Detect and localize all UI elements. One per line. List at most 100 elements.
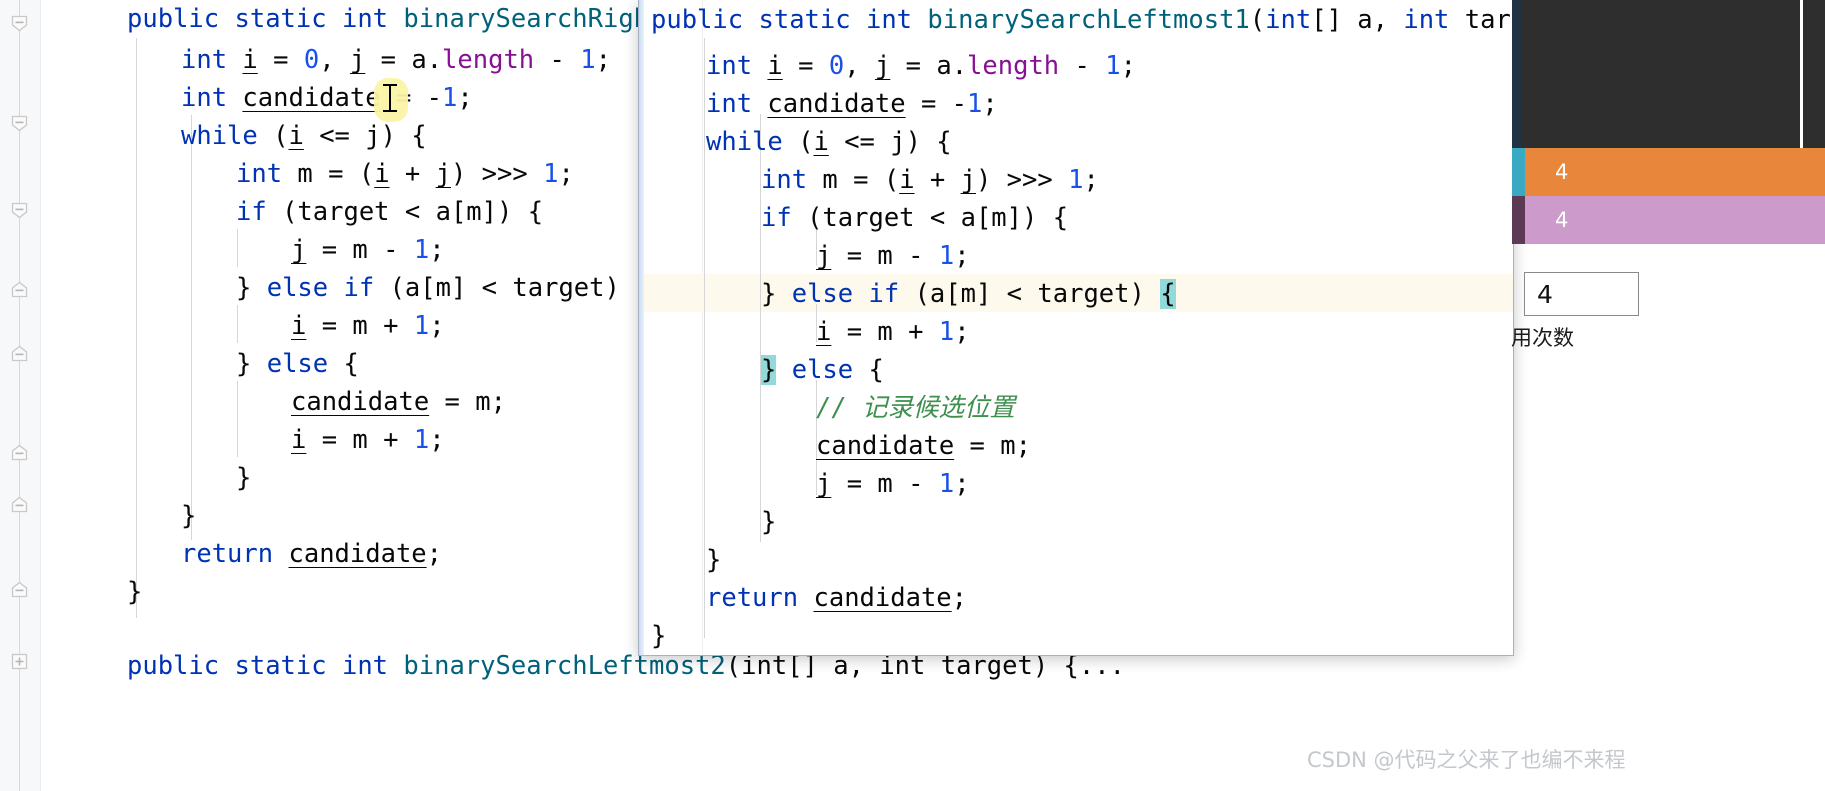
fold-collapse-icon[interactable] (10, 114, 29, 133)
popup-code-token: } (651, 621, 667, 651)
indent-guide (191, 115, 192, 540)
popup-code-token: public (651, 5, 744, 35)
code-token: ; (429, 311, 445, 341)
code-token: j (349, 45, 366, 75)
popup-code-token (912, 5, 927, 35)
popup-code-token: (target < a[m]) { (791, 203, 1069, 233)
popup-code-line-0: public static int binarySearchLeftmost1(… (651, 1, 1513, 39)
indent-guide (136, 38, 137, 618)
popup-code-token: // 记录候选位置 (816, 393, 1016, 423)
popup-code-token (752, 89, 767, 119)
popup-code-token: { (853, 355, 884, 385)
popup-code-token: = - (905, 89, 968, 119)
bar-tick-marker (1512, 196, 1525, 244)
popup-code-line-11: candidate = m; (816, 427, 1031, 465)
popup-code-token: i (899, 165, 915, 195)
code-token: , (319, 45, 350, 75)
popup-code-token: while (706, 127, 783, 157)
code-line-5: if (target < a[m]) { (236, 193, 543, 231)
usage-count-box[interactable]: 4 (1524, 272, 1639, 316)
popup-code-line-13: } (761, 503, 776, 541)
popup-code-token: i (767, 51, 783, 81)
popup-code-token: if (761, 203, 792, 233)
bar-value-label: 4 (1525, 148, 1825, 196)
code-token: - (534, 45, 581, 75)
code-token: = m; (429, 387, 506, 417)
popup-code-token: } (761, 507, 777, 537)
code-token: i (291, 311, 307, 341)
popup-code-token (743, 5, 758, 35)
fold-expand-icon[interactable] (10, 344, 29, 363)
fold-collapse-icon[interactable] (10, 14, 29, 33)
fold-expand-icon[interactable] (10, 280, 29, 299)
popup-code-token: candidate (767, 89, 906, 119)
popup-code-token: 1 (938, 469, 955, 499)
code-token: 1 (413, 311, 430, 341)
screen-root: public static int binarySearchRightmost1… (0, 0, 1825, 791)
popup-code-token: = m + (831, 317, 939, 347)
text-caret (389, 84, 391, 112)
fold-expand-icon[interactable] (10, 443, 29, 462)
popup-code-line-1: int i = 0, j = a.length - 1; (706, 47, 1136, 85)
popup-code-token (798, 583, 813, 613)
indent-guide (237, 229, 238, 267)
popup-code-token: 1 (938, 241, 955, 271)
fold-expand-icon[interactable] (10, 580, 29, 599)
popup-code-token: 1 (1068, 165, 1084, 195)
popup-code-token: j (816, 241, 832, 271)
popup-code-line-7: } else if (a[m] < target) { (761, 275, 1176, 313)
code-line-12: } (236, 459, 251, 497)
code-line-4: int m = (i + j) >>> 1; (236, 155, 574, 193)
code-token: int (181, 45, 228, 75)
code-line-3: while (i <= j) { (181, 117, 427, 155)
code-token: = (257, 45, 304, 75)
code-token: 1 (413, 235, 430, 265)
code-line-9: } else { (236, 345, 359, 383)
code-token: <= j) { (303, 121, 427, 151)
popup-code-token: 0 (828, 51, 845, 81)
code-token: j (291, 235, 307, 265)
popup-code-token: = a. (890, 51, 968, 81)
code-token: i (374, 159, 390, 189)
popup-code-body[interactable]: public static int binarySearchLeftmost1(… (644, 0, 1513, 655)
quick-definition-popup[interactable]: public static int binarySearchLeftmost1(… (638, 0, 1514, 656)
code-token: int (341, 651, 389, 681)
popup-indent-guide (704, 38, 705, 638)
code-token: 1 (413, 425, 430, 455)
popup-code-token: ; (954, 241, 970, 271)
popup-code-token: int (865, 5, 913, 35)
popup-code-token: length (967, 51, 1060, 81)
right-panel-bar[interactable]: 4 (1512, 148, 1825, 196)
fold-expand-plus-icon[interactable] (10, 652, 29, 671)
fold-collapse-icon[interactable] (10, 201, 29, 220)
code-token: if (236, 197, 267, 227)
csdn-watermark: CSDN @代码之父来了也编不来程 (1307, 748, 1626, 772)
code-token: int (341, 4, 389, 34)
popup-code-token: m = ( (807, 165, 900, 195)
popup-code-token: ; (982, 89, 998, 119)
caret-serif-top (383, 84, 397, 86)
popup-code-token: } (706, 545, 722, 575)
popup-code-token: candidate (816, 431, 955, 461)
right-dark-panel (1512, 0, 1825, 160)
right-panel-bar[interactable]: 4 (1512, 196, 1825, 244)
code-token: m = ( (282, 159, 375, 189)
code-token: } (236, 273, 267, 303)
fold-expand-icon[interactable] (10, 495, 29, 514)
popup-code-token: [] a, (1311, 5, 1404, 35)
popup-code-token: j (874, 51, 891, 81)
popup-code-token: = m - (831, 241, 939, 271)
code-token: } (236, 463, 252, 493)
popup-code-token: , (844, 51, 875, 81)
popup-code-line-15: return candidate; (706, 579, 967, 617)
code-token: length (442, 45, 535, 75)
popup-code-line-2: int candidate = -1; (706, 85, 998, 123)
bar-tick-marker (1512, 148, 1525, 196)
popup-code-token: j (960, 165, 976, 195)
code-token: 1 (543, 159, 559, 189)
